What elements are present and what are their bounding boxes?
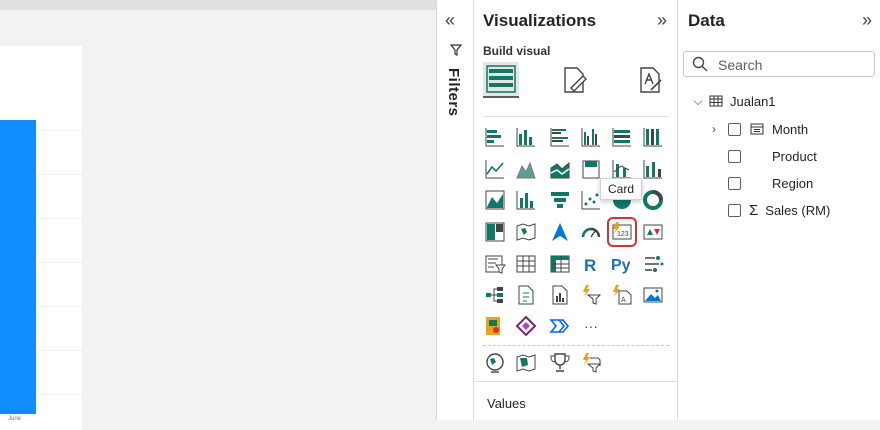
filters-pane[interactable]: « Filters [437, 0, 473, 420]
chevron-down-icon[interactable]: ⌵ [692, 94, 704, 109]
field-label: Month [772, 121, 809, 137]
search-icon [692, 56, 708, 72]
expand-data-button[interactable]: » [862, 10, 872, 31]
stacked-bar-chart-icon[interactable] [483, 125, 507, 149]
data-pane-title: Data [688, 11, 725, 30]
100-stacked-column-chart-icon[interactable] [641, 125, 665, 149]
paginated-report-icon[interactable] [548, 283, 572, 307]
search-input[interactable] [716, 54, 870, 76]
trophy-icon[interactable] [548, 351, 572, 375]
build-visual-label: Build visual [483, 44, 551, 58]
sigma-icon: Σ [749, 201, 759, 219]
build-visual-tab[interactable] [483, 62, 519, 98]
slicer-icon[interactable] [483, 252, 507, 276]
matrix-icon[interactable] [548, 252, 572, 276]
image-visual-icon[interactable] [641, 283, 665, 307]
field-checkbox[interactable] [728, 176, 741, 190]
field-row-sales[interactable]: Σ Sales (RM) [728, 200, 830, 220]
gauge-icon[interactable] [579, 220, 603, 244]
clustered-bar-chart-icon[interactable] [548, 125, 572, 149]
expand-visualizations-button[interactable]: » [657, 10, 667, 31]
svg-text:Py: Py [611, 257, 631, 274]
100-stacked-bar-chart-icon[interactable] [610, 125, 634, 149]
table-icon[interactable] [514, 252, 538, 276]
field-label: Sales (RM) [765, 202, 831, 218]
svg-text:123: 123 [617, 231, 629, 238]
top-bar [0, 0, 437, 10]
clustered-column-chart-icon[interactable] [579, 125, 603, 149]
python-visual-icon[interactable]: Py [610, 252, 634, 276]
globe-map-icon[interactable] [483, 351, 507, 375]
section-divider [483, 116, 669, 118]
x-axis-tick-label: June [8, 416, 22, 422]
report-canvas[interactable]: June [0, 10, 437, 430]
report-page[interactable]: June [0, 46, 82, 430]
funnel-chart-icon[interactable] [548, 188, 572, 212]
qa-visual-icon[interactable] [514, 283, 538, 307]
field-label: Region [772, 175, 814, 191]
field-checkbox[interactable] [728, 203, 741, 217]
smart-narrative-slicer-icon[interactable] [579, 283, 603, 307]
field-row-month[interactable]: › Month [708, 119, 808, 139]
stacked-area-chart-icon[interactable] [548, 157, 572, 181]
build-visual-icon [486, 65, 516, 93]
chart-bar[interactable] [0, 120, 36, 414]
table-icon [709, 95, 723, 107]
treemap-icon[interactable] [483, 220, 507, 244]
column-chart-icon[interactable] [514, 188, 538, 212]
field-checkbox[interactable] [728, 122, 741, 136]
values-well-label: Values [487, 396, 526, 411]
card-tooltip: Card [600, 178, 643, 200]
svg-text:R: R [584, 256, 596, 275]
smart-narrative-filter-icon[interactable] [579, 351, 603, 375]
format-brush-icon [564, 67, 587, 93]
power-automate-icon[interactable] [548, 314, 572, 338]
field-label: Product [772, 148, 817, 164]
card-visual-icon[interactable]: 123 [607, 217, 637, 247]
r-script-visual-icon[interactable]: R [579, 252, 603, 276]
funnel-icon [450, 44, 462, 56]
key-influencers-icon[interactable] [641, 252, 665, 276]
chevron-right-icon[interactable]: › [708, 122, 720, 136]
donut-chart-icon[interactable] [641, 188, 665, 212]
waterfall-chart-icon[interactable] [483, 188, 507, 212]
power-apps-icon[interactable] [514, 314, 538, 338]
table-node-jualan1[interactable]: ⌵ Jualan1 [692, 91, 776, 111]
visualizations-pane: Visualizations » Build visual 123 R Py A… [474, 0, 677, 420]
filled-map-icon[interactable] [514, 351, 538, 375]
ribbon-chart-icon[interactable] [641, 157, 665, 181]
analytics-tab[interactable] [633, 62, 669, 98]
area-chart-icon[interactable] [514, 157, 538, 181]
more-visuals-button[interactable]: ··· [579, 314, 603, 338]
svg-text:A: A [621, 297, 626, 304]
calendar-icon [750, 123, 764, 135]
kpi-icon[interactable] [641, 220, 665, 244]
visualizations-title: Visualizations [483, 11, 597, 30]
line-chart-icon[interactable] [483, 157, 507, 181]
decomposition-tree-icon[interactable] [483, 283, 507, 307]
analytics-icon [640, 67, 662, 93]
section-divider [474, 381, 677, 382]
search-box[interactable] [683, 51, 875, 77]
field-row-region[interactable]: Region [728, 173, 813, 193]
section-divider [483, 345, 669, 347]
azure-map-icon[interactable] [548, 220, 572, 244]
collapse-filters-button[interactable]: « [445, 10, 455, 31]
filters-label[interactable]: Filters [445, 68, 462, 117]
metrics-icon[interactable] [483, 314, 507, 338]
smart-narrative-icon[interactable]: A [610, 283, 634, 307]
field-checkbox[interactable] [728, 149, 741, 163]
table-name-label: Jualan1 [730, 93, 776, 109]
field-row-product[interactable]: Product [728, 146, 817, 166]
map-icon[interactable] [514, 220, 538, 244]
format-visual-tab[interactable] [557, 62, 593, 98]
data-pane: Data » ⌵ Jualan1 › Month Product Region … [678, 0, 880, 420]
stacked-column-chart-icon[interactable] [514, 125, 538, 149]
